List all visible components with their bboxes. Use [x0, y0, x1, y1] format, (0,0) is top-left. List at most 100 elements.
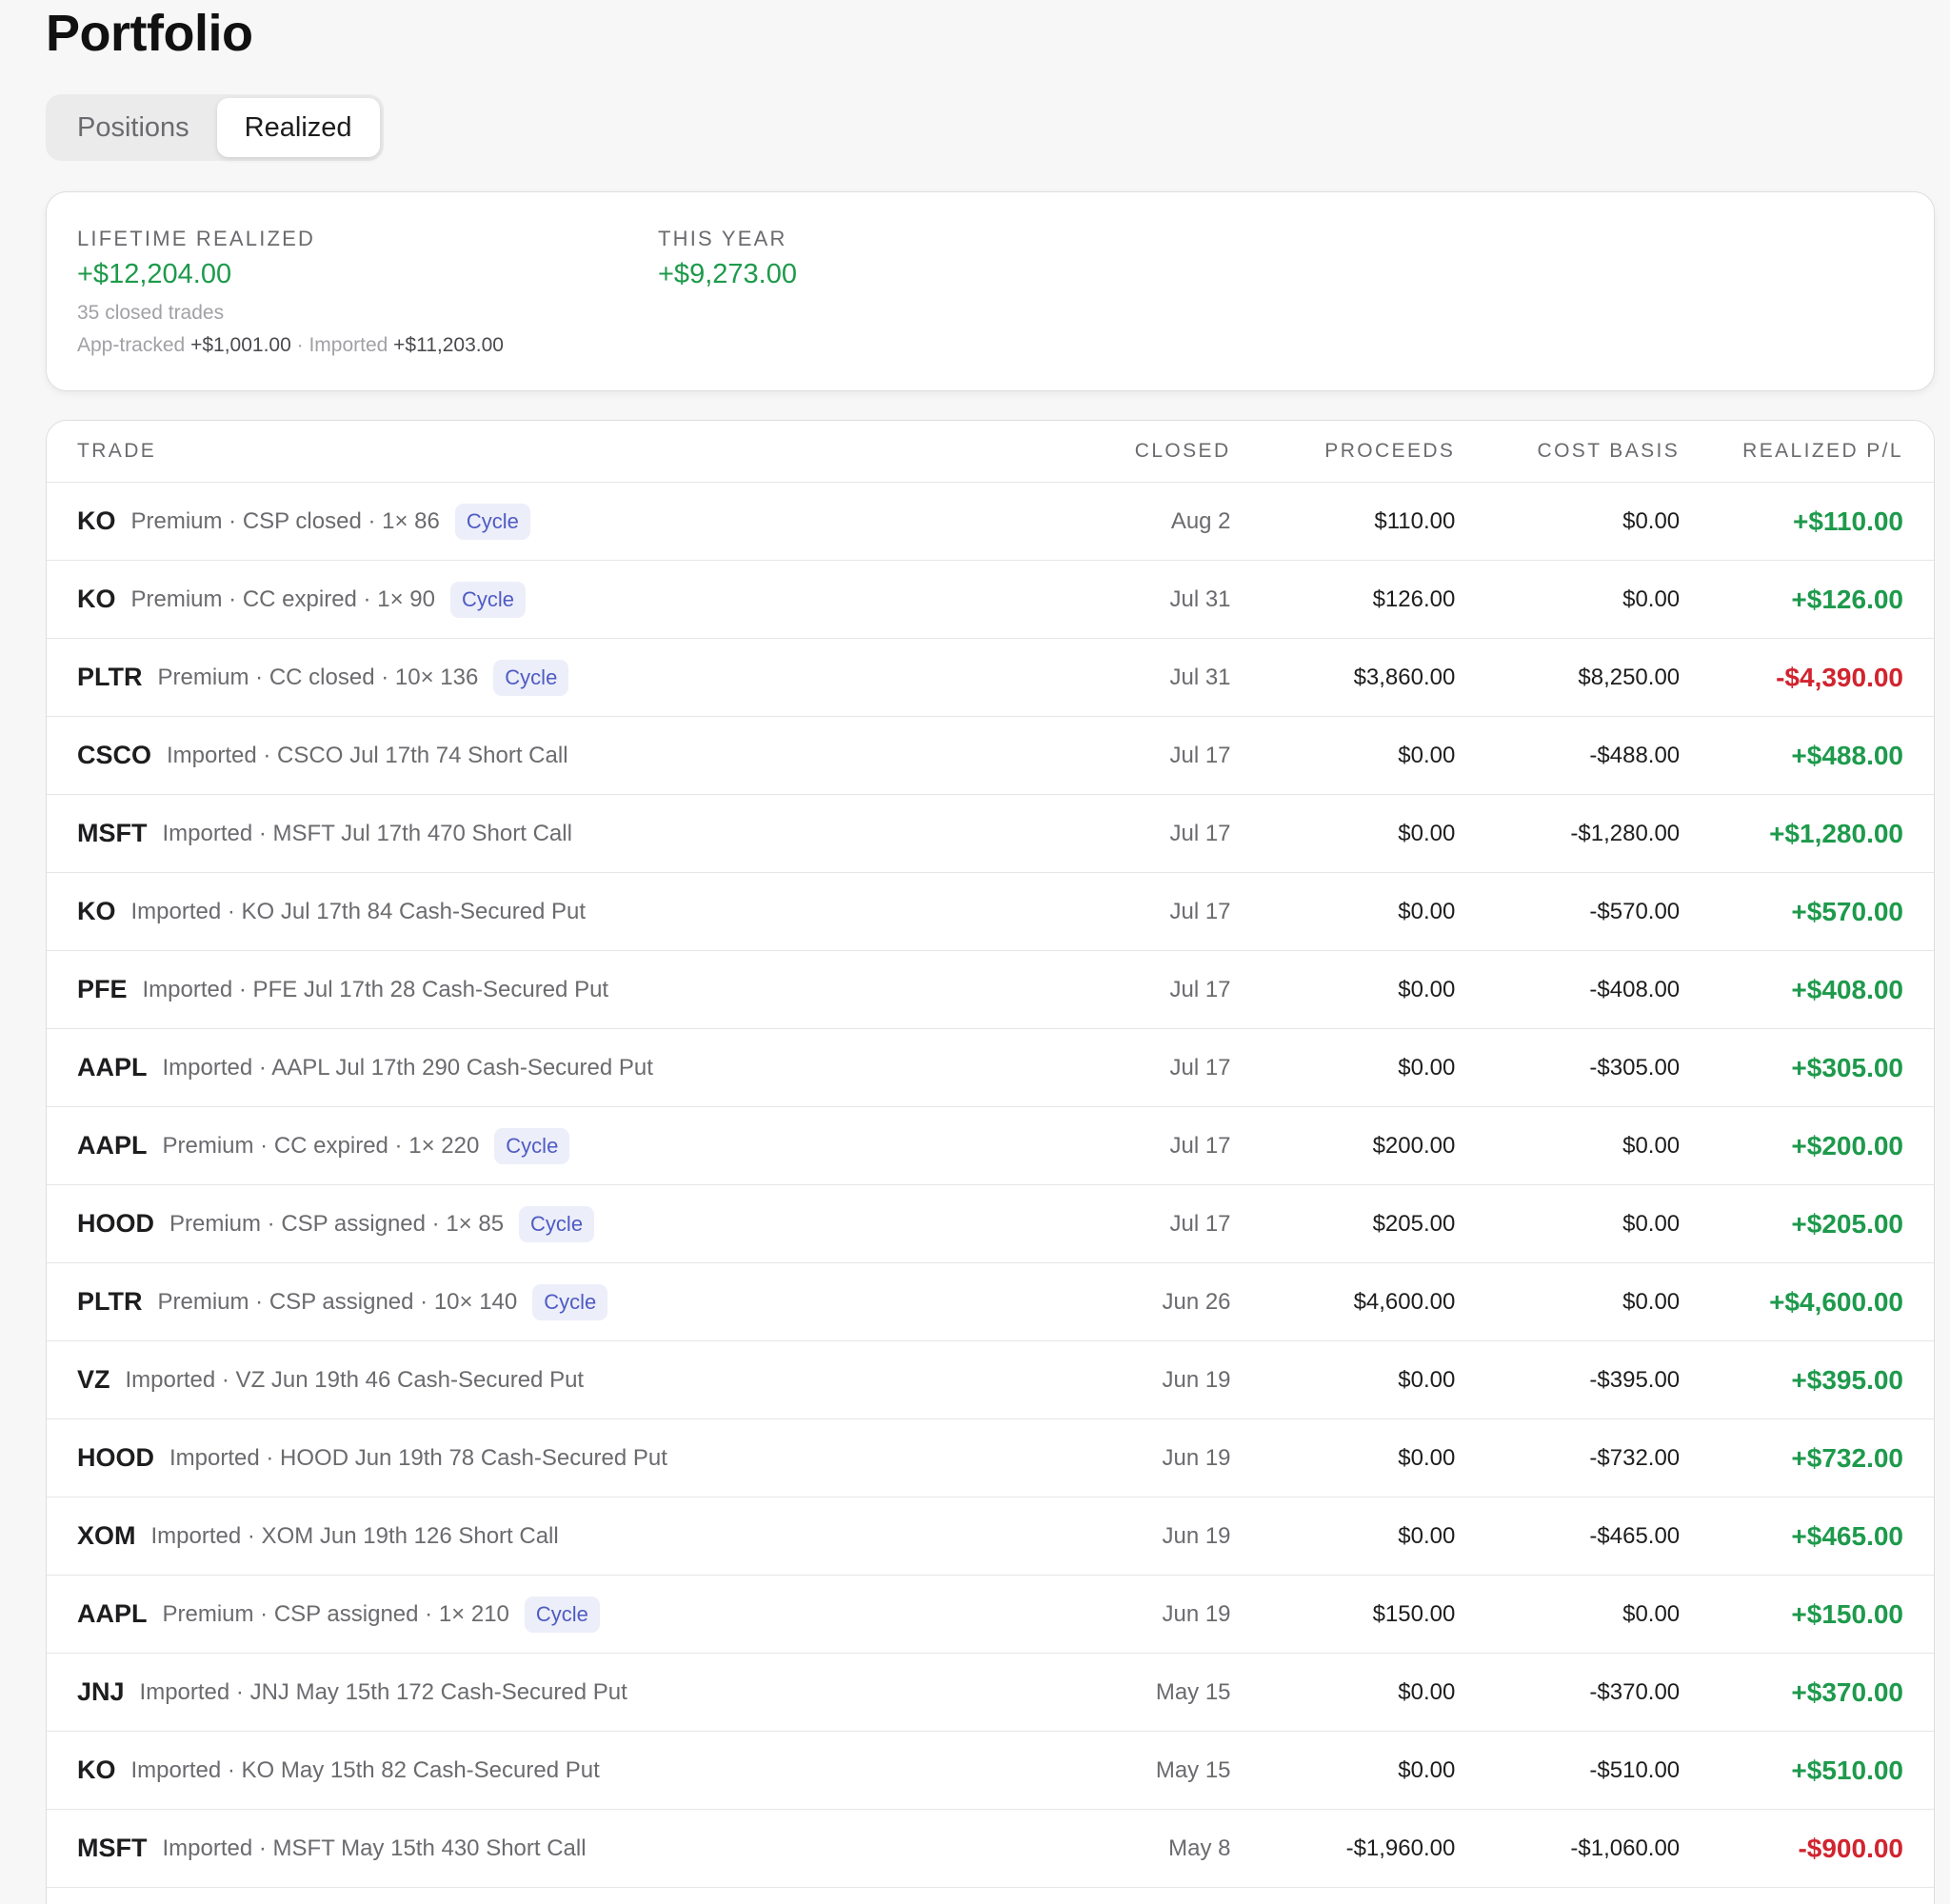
closed-date: Jul 17: [1169, 976, 1231, 1002]
table-row[interactable]: HOOD Imported · HOOD Jun 19th 78 Cash-Se…: [47, 1419, 1934, 1497]
closed-date: Jun 19: [1162, 1600, 1231, 1627]
cycle-badge[interactable]: Cycle: [524, 1596, 600, 1633]
table-row[interactable]: PLTR Premium · CC closed · 10× 136 Cycle…: [47, 639, 1934, 717]
trade-cell: KO Imported · KO Jul 17th 84 Cash-Secure…: [77, 897, 1130, 926]
trade-description: Imported · PFE Jul 17th 28 Cash-Secured …: [142, 976, 609, 1002]
lifetime-realized-metric: LIFETIME REALIZED +$12,204.00 35 closed …: [77, 227, 504, 357]
table-row[interactable]: XOM Imported · XOM Jun 19th 126 Short Ca…: [47, 1497, 1934, 1576]
trade-cell: PFE Imported · PFE Jul 17th 28 Cash-Secu…: [77, 975, 1130, 1004]
cost-basis-value: $0.00: [1622, 1288, 1681, 1315]
realized-summary-card: LIFETIME REALIZED +$12,204.00 35 closed …: [46, 191, 1935, 391]
table-row[interactable]: KO Premium · CSP closed · 1× 86 Cycle Au…: [47, 483, 1934, 561]
closed-date: Jul 17: [1169, 742, 1231, 768]
cost-basis-value: -$570.00: [1589, 898, 1681, 924]
trade-cell: AAPL Premium · CC expired · 1× 220 Cycle: [77, 1127, 1130, 1164]
table-body: KO Premium · CSP closed · 1× 86 Cycle Au…: [47, 483, 1934, 1888]
cycle-badge[interactable]: Cycle: [532, 1283, 608, 1320]
proceeds-value: $0.00: [1398, 1678, 1456, 1705]
lifetime-realized-value: +$12,204.00: [77, 259, 232, 289]
tab-realized[interactable]: Realized: [216, 98, 380, 157]
realized-pl-value: +$126.00: [1791, 584, 1903, 614]
header-cost-basis[interactable]: COST BASIS: [1455, 440, 1680, 463]
cost-basis-value: $0.00: [1622, 1600, 1681, 1627]
proceeds-value: $0.00: [1398, 820, 1456, 846]
table-row[interactable]: AAPL Premium · CC expired · 1× 220 Cycle…: [47, 1107, 1934, 1185]
table-row[interactable]: MSFT Imported · MSFT Jul 17th 470 Short …: [47, 795, 1934, 873]
ticker-symbol: PLTR: [77, 663, 143, 691]
cycle-badge[interactable]: Cycle: [454, 503, 530, 540]
trade-description: Premium · CSP assigned · 1× 210: [162, 1600, 509, 1627]
table-row[interactable]: KO Premium · CC expired · 1× 90 Cycle Ju…: [47, 561, 1934, 639]
trade-cell: HOOD Premium · CSP assigned · 1× 85 Cycl…: [77, 1205, 1130, 1242]
cost-basis-value: -$732.00: [1589, 1444, 1681, 1471]
closed-date: May 15: [1155, 1756, 1231, 1783]
table-header: TRADE CLOSED PROCEEDS COST BASIS REALIZE…: [47, 421, 1934, 483]
ticker-symbol: AAPL: [77, 1599, 148, 1628]
trade-description: Imported · AAPL Jul 17th 290 Cash-Secure…: [162, 1054, 653, 1081]
table-row[interactable]: MSFT Imported · MSFT May 15th 430 Short …: [47, 1810, 1934, 1888]
cost-basis-value: $0.00: [1622, 1210, 1681, 1237]
proceeds-value: $0.00: [1398, 742, 1456, 768]
realized-pl-value: +$465.00: [1791, 1520, 1903, 1551]
table-row[interactable]: KO Imported · KO May 15th 82 Cash-Secure…: [47, 1732, 1934, 1810]
app-tracked-value: +$1,001.00: [190, 334, 291, 356]
realized-pl-value: +$370.00: [1791, 1676, 1903, 1707]
this-year-value: +$9,273.00: [658, 259, 797, 289]
table-row[interactable]: VZ Imported · VZ Jun 19th 46 Cash-Secure…: [47, 1341, 1934, 1419]
ticker-symbol: XOM: [77, 1521, 136, 1550]
cost-basis-value: -$370.00: [1589, 1678, 1681, 1705]
closed-date: Jul 17: [1169, 1054, 1231, 1081]
proceeds-value: $205.00: [1372, 1210, 1456, 1237]
cost-basis-value: -$408.00: [1589, 976, 1681, 1002]
trade-description: Imported · KO May 15th 82 Cash-Secured P…: [130, 1756, 600, 1783]
header-trade[interactable]: TRADE: [77, 440, 1130, 463]
cost-basis-value: $0.00: [1622, 585, 1681, 612]
proceeds-value: $0.00: [1398, 1444, 1456, 1471]
proceeds-value: $4,600.00: [1353, 1288, 1456, 1315]
ticker-symbol: KO: [77, 506, 116, 535]
trade-cell: KO Imported · KO May 15th 82 Cash-Secure…: [77, 1755, 1130, 1785]
table-row[interactable]: PFE Imported · PFE Jul 17th 28 Cash-Secu…: [47, 951, 1934, 1029]
page-title: Portfolio: [46, 5, 253, 62]
cycle-badge[interactable]: Cycle: [493, 659, 569, 696]
realized-pl-value: +$732.00: [1791, 1442, 1903, 1473]
realized-pl-value: -$4,390.00: [1776, 662, 1903, 692]
trade-cell: AAPL Premium · CSP assigned · 1× 210 Cyc…: [77, 1596, 1130, 1633]
trade-cell: AAPL Imported · AAPL Jul 17th 290 Cash-S…: [77, 1053, 1130, 1082]
trade-cell: HOOD Imported · HOOD Jun 19th 78 Cash-Se…: [77, 1443, 1130, 1473]
header-realized-pl[interactable]: REALIZED P/L: [1680, 440, 1903, 463]
cycle-badge[interactable]: Cycle: [519, 1205, 595, 1242]
table-row[interactable]: CSCO Imported · CSCO Jul 17th 74 Short C…: [47, 717, 1934, 795]
portfolio-page: Portfolio Positions Realized LIFETIME RE…: [0, 0, 1950, 1904]
cost-basis-value: -$465.00: [1589, 1522, 1681, 1549]
proceeds-value: -$1,960.00: [1345, 1835, 1456, 1861]
tab-positions[interactable]: Positions: [50, 98, 217, 157]
closed-date: Jul 17: [1169, 1132, 1231, 1159]
trade-description: Imported · JNJ May 15th 172 Cash-Secured…: [139, 1678, 627, 1705]
table-row[interactable]: KO Imported · KO Jul 17th 84 Cash-Secure…: [47, 873, 1934, 951]
table-row[interactable]: AAPL Premium · CSP assigned · 1× 210 Cyc…: [47, 1576, 1934, 1654]
table-row[interactable]: AAPL Imported · AAPL Jul 17th 290 Cash-S…: [47, 1029, 1934, 1107]
table-row[interactable]: JNJ Imported · JNJ May 15th 172 Cash-Sec…: [47, 1654, 1934, 1732]
view-segmented-control: Positions Realized: [46, 94, 384, 161]
header-proceeds[interactable]: PROCEEDS: [1231, 440, 1456, 463]
cost-basis-value: $0.00: [1622, 507, 1681, 534]
cycle-badge[interactable]: Cycle: [449, 581, 526, 618]
closed-date: Jun 26: [1162, 1288, 1231, 1315]
proceeds-value: $200.00: [1372, 1132, 1456, 1159]
imported-value: +$11,203.00: [393, 334, 504, 356]
closed-date: Jul 31: [1169, 664, 1231, 690]
proceeds-value: $0.00: [1398, 1054, 1456, 1081]
breakdown-separator: ·: [296, 334, 304, 356]
cycle-badge[interactable]: Cycle: [494, 1127, 570, 1164]
header-closed[interactable]: CLOSED: [1130, 440, 1230, 463]
closed-trades-count: 35 closed trades: [77, 302, 225, 324]
realized-pl-value: +$4,600.00: [1769, 1286, 1903, 1317]
this-year-label: THIS YEAR: [658, 227, 787, 250]
table-row[interactable]: HOOD Premium · CSP assigned · 1× 85 Cycl…: [47, 1185, 1934, 1263]
ticker-symbol: KO: [77, 585, 116, 613]
trade-description: Imported · CSCO Jul 17th 74 Short Call: [167, 742, 568, 768]
trade-cell: JNJ Imported · JNJ May 15th 172 Cash-Sec…: [77, 1677, 1130, 1707]
table-row[interactable]: PLTR Premium · CSP assigned · 10× 140 Cy…: [47, 1263, 1934, 1341]
trade-description: Imported · HOOD Jun 19th 78 Cash-Secured…: [169, 1444, 667, 1471]
